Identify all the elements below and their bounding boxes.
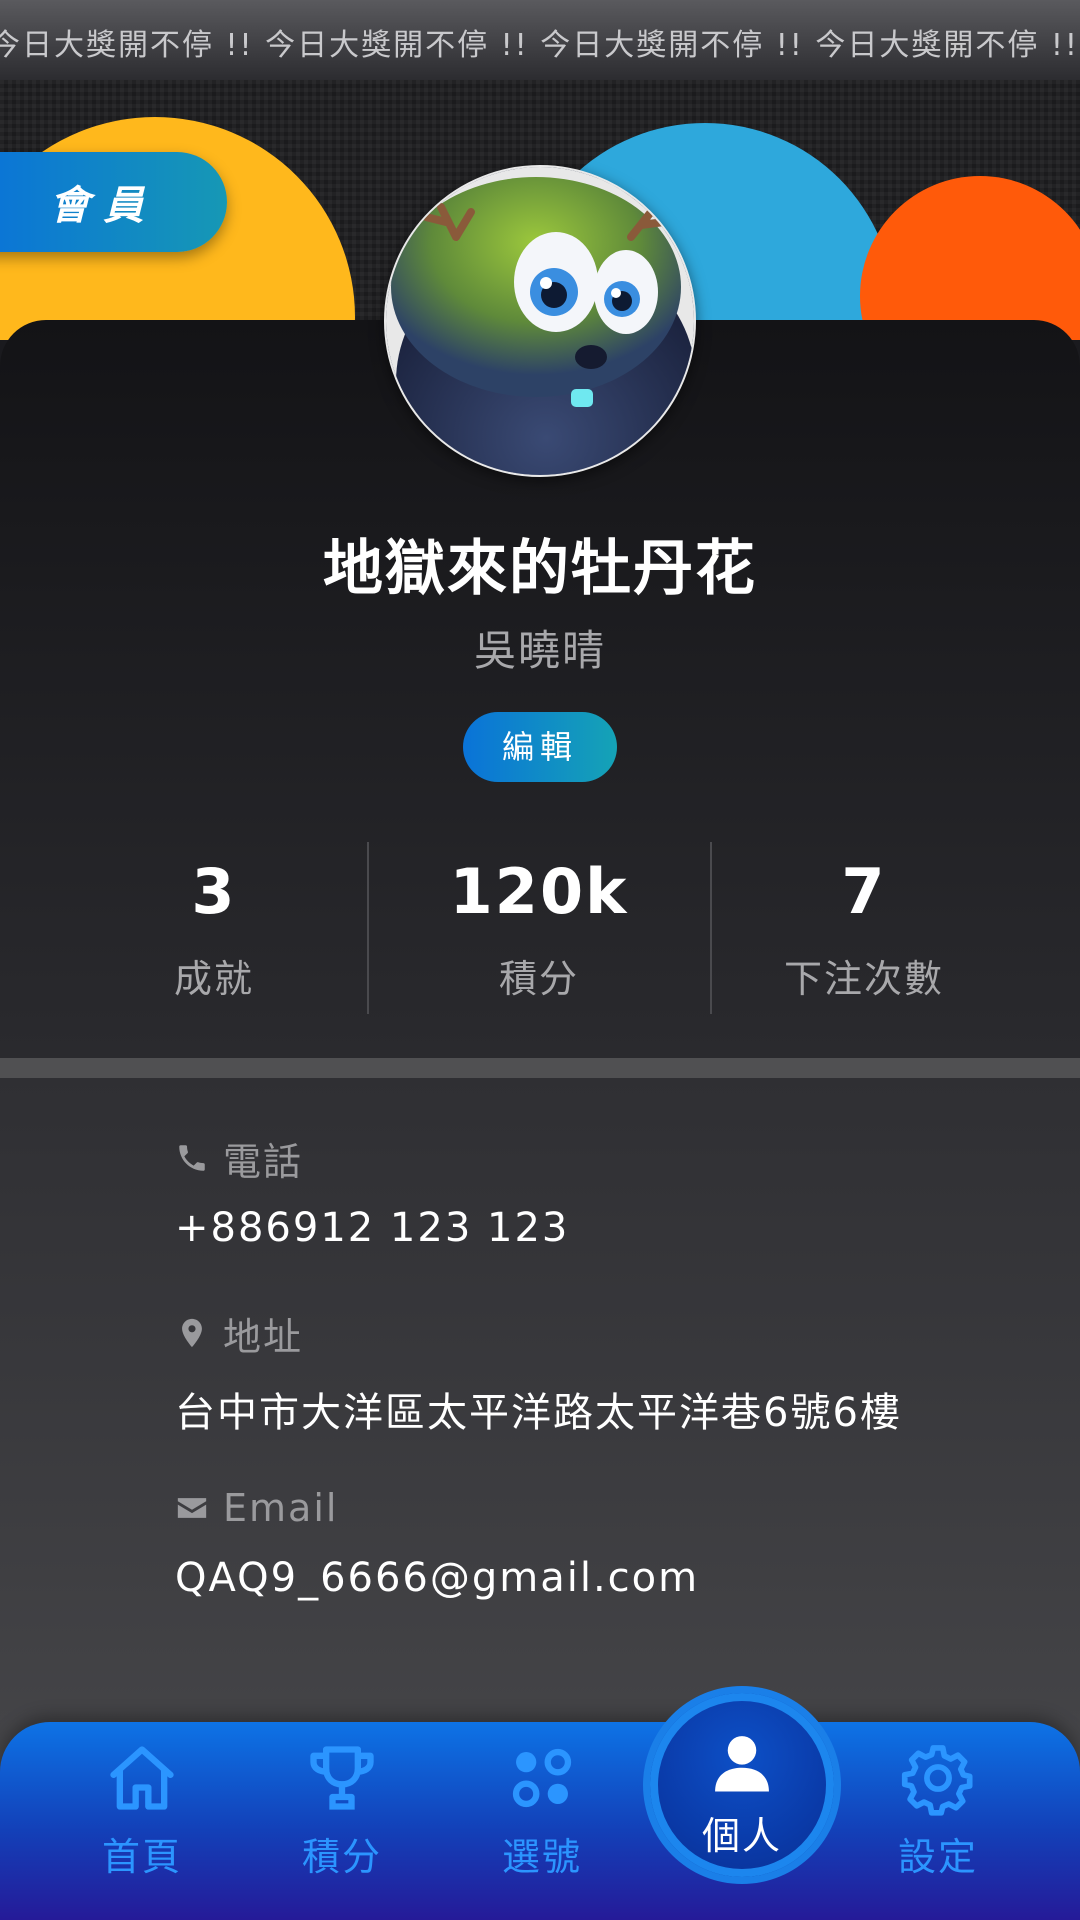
phone-label: 電話 bbox=[175, 1133, 569, 1184]
email-label-text: Email bbox=[223, 1486, 339, 1530]
address-value: 台中市大洋區太平洋路太平洋巷6號6樓 bbox=[175, 1390, 902, 1436]
stat-achievements: 3 成就 bbox=[49, 842, 379, 1003]
stat-bets: 7 下注次數 bbox=[699, 842, 1029, 1003]
nav-item-settings[interactable]: 設定 bbox=[858, 1740, 1018, 1881]
avatar-creature-icon bbox=[386, 167, 694, 475]
phone-info: 電話 +886912 123 123 bbox=[175, 1133, 570, 1252]
decor-circle-orange bbox=[860, 176, 1080, 340]
nav-label: 設定 bbox=[897, 1835, 978, 1879]
marquee-banner: 今日大獎開不停 !! 今日大獎開不停 !! 今日大獎開不停 !! 今日大獎開不停… bbox=[0, 0, 1080, 80]
nav-item-profile[interactable]: 個人 bbox=[650, 1693, 834, 1877]
phone-icon bbox=[179, 1145, 205, 1171]
envelope-icon bbox=[177, 1498, 207, 1518]
real-name: 吳曉晴 bbox=[473, 626, 606, 675]
stat-value: 120k bbox=[449, 855, 629, 928]
stats-row: 3 成就 120k 積分 7 下注次數 bbox=[0, 842, 1080, 1017]
gear-icon bbox=[901, 1745, 973, 1816]
stat-value: 7 bbox=[841, 855, 887, 928]
email-info: Email QAQ9_6666@gmail.com bbox=[175, 1483, 699, 1601]
address-info: 地址 台中市大洋區太平洋路太平洋巷6號6樓 bbox=[175, 1308, 902, 1438]
member-tag: 會員 bbox=[0, 152, 227, 252]
nav-label: 選號 bbox=[501, 1835, 582, 1879]
home-icon bbox=[110, 1746, 174, 1810]
avatar[interactable] bbox=[384, 165, 696, 477]
stat-label: 成就 bbox=[173, 957, 254, 1001]
nav-label: 積分 bbox=[301, 1835, 382, 1879]
user-icon bbox=[715, 1736, 769, 1792]
stat-label: 積分 bbox=[498, 957, 579, 1001]
stat-label: 下注次數 bbox=[783, 957, 944, 1001]
phone-label-text: 電話 bbox=[223, 1139, 304, 1184]
location-pin-icon bbox=[182, 1318, 202, 1348]
email-label: Email bbox=[175, 1483, 699, 1533]
bottom-navigation: 首頁 積分 選號 設定 bbox=[0, 1722, 1080, 1920]
stat-divider bbox=[367, 842, 369, 1014]
nickname: 地獄來的牡丹花 bbox=[323, 534, 757, 604]
nav-label: 個人 bbox=[701, 1814, 782, 1858]
nav-item-pick-numbers[interactable]: 選號 bbox=[462, 1740, 622, 1881]
trophy-icon bbox=[310, 1746, 374, 1810]
section-separator bbox=[0, 1058, 1080, 1078]
address-label-text: 地址 bbox=[223, 1314, 304, 1359]
nav-item-home[interactable]: 首頁 bbox=[62, 1740, 222, 1881]
marquee-text: 今日大獎開不停 !! 今日大獎開不停 !! 今日大獎開不停 !! 今日大獎開不停… bbox=[0, 28, 1080, 63]
stat-points: 120k 積分 bbox=[374, 842, 704, 1003]
phone-value: +886912 123 123 bbox=[175, 1205, 570, 1251]
email-value: QAQ9_6666@gmail.com bbox=[175, 1555, 700, 1601]
nav-label: 首頁 bbox=[101, 1835, 182, 1879]
edit-profile-button[interactable]: 編輯 bbox=[463, 712, 617, 782]
dots-grid-icon bbox=[512, 1748, 572, 1808]
stat-value: 3 bbox=[191, 855, 237, 928]
nav-item-points[interactable]: 積分 bbox=[262, 1740, 422, 1881]
address-label: 地址 bbox=[175, 1308, 902, 1359]
